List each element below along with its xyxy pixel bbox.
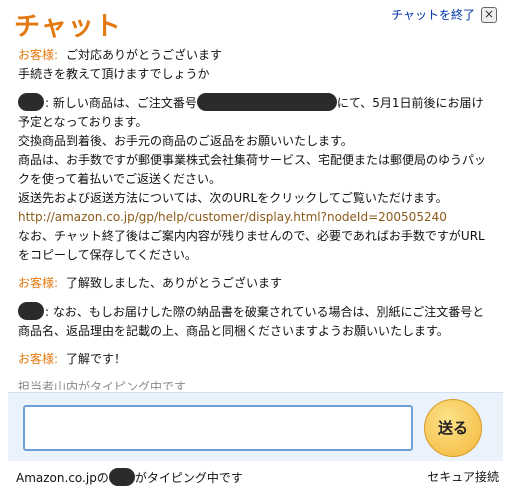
redacted-agent-name	[18, 93, 44, 111]
secure-connection-label: セキュア接続	[427, 470, 499, 484]
redacted-order-number	[196, 93, 337, 111]
message-customer-1: お客様: ご対応ありがとうございます 手続きを教えて頂けますでしょうか	[18, 46, 488, 84]
speaker-label: お客様:	[18, 48, 59, 62]
end-chat-link[interactable]: チャットを終了	[391, 6, 475, 23]
chat-footer: Amazon.co.jpの がタイピング中です セキュア接続	[0, 462, 511, 497]
redacted-agent-name	[108, 468, 135, 486]
message-agent-1: : 新しい商品は、ご注文番号 にて、5月1日前後にお届け予定となっております。 交…	[18, 93, 488, 265]
typing-indicator: 担当者山内がタイピング中です	[18, 380, 187, 390]
message-text: : 新しい商品は、ご注文番号	[45, 96, 197, 110]
message-text: にて、5月1日前後にお届け予定となっております。 交換商品到着後、お手元の商品の…	[18, 96, 487, 205]
footer-suffix: がタイピング中です	[134, 471, 243, 485]
speaker-label: お客様:	[18, 352, 59, 366]
chat-title: チャット	[14, 12, 122, 42]
message-text: : なお、もしお届けした際の納品書を破棄されている場合は、別紙にご注文番号と商品…	[18, 305, 485, 338]
footer-typing-status: Amazon.co.jpの がタイピング中です	[16, 468, 243, 486]
message-text: 了解致しました、ありがとうございます	[66, 276, 283, 290]
message-customer-2: お客様: 了解致しました、ありがとうございます	[18, 274, 488, 293]
message-agent-2: : なお、もしお届けした際の納品書を破棄されている場合は、別紙にご注文番号と商品…	[18, 302, 488, 341]
redacted-agent-name	[18, 302, 44, 320]
input-panel: 送る	[8, 392, 503, 461]
message-customer-3: お客様: 了解です！	[18, 350, 488, 369]
send-button[interactable]: 送る	[424, 399, 482, 457]
speaker-label: お客様:	[18, 276, 59, 290]
message-input[interactable]	[23, 405, 413, 451]
footer-prefix: Amazon.co.jpの	[16, 471, 109, 485]
chat-transcript[interactable]: お客様: ご対応ありがとうございます 手続きを教えて頂けますでしょうか : 新しい…	[8, 46, 499, 390]
message-text: なお、チャット終了後はご案内内容が残りませんので、必要であればお手数ですがURL…	[18, 229, 485, 262]
help-url-link[interactable]: http://amazon.co.jp/gp/help/customer/dis…	[18, 210, 447, 224]
close-icon[interactable]: ×	[481, 7, 497, 23]
message-text: 了解です！	[66, 352, 127, 366]
chat-header: チャット チャットを終了 ×	[0, 0, 511, 46]
